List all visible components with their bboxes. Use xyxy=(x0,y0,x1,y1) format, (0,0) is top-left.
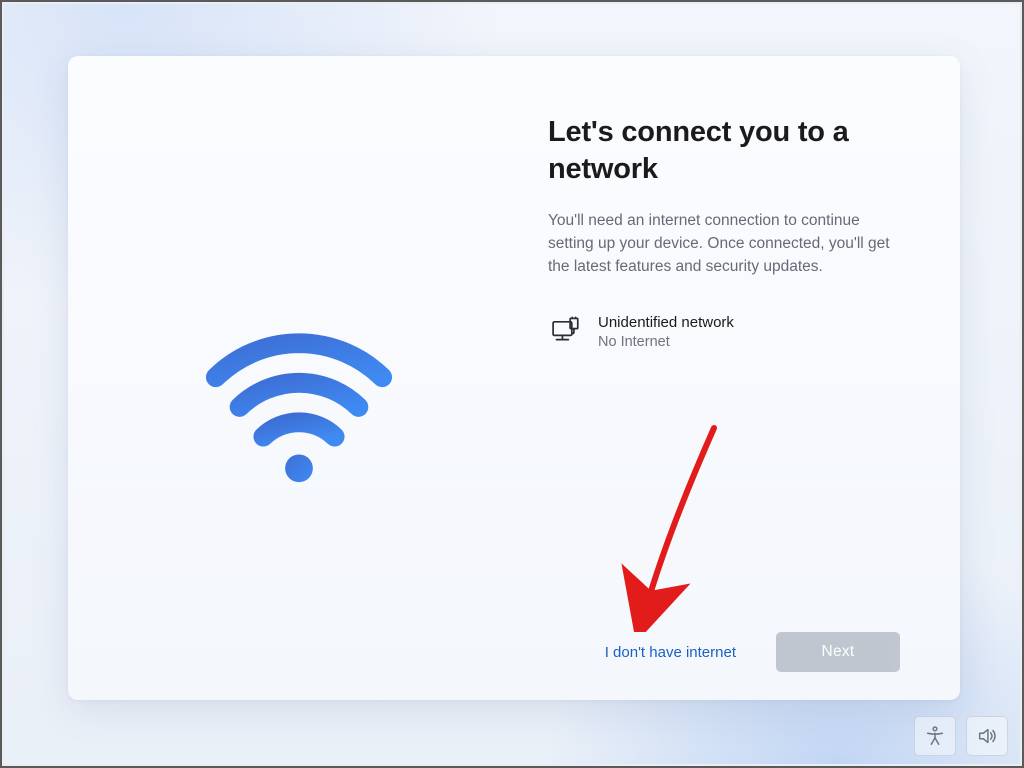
accessibility-button[interactable] xyxy=(914,716,956,756)
taskbar-tray xyxy=(914,716,1008,756)
page-heading: Let's connect you to a network xyxy=(548,114,900,188)
accessibility-icon xyxy=(924,725,946,747)
volume-button[interactable] xyxy=(966,716,1008,756)
footer-actions: I don't have internet Next xyxy=(548,632,900,672)
ethernet-icon xyxy=(548,316,582,348)
network-status: No Internet xyxy=(598,333,734,352)
setup-card: Let's connect you to a network You'll ne… xyxy=(68,56,960,700)
page-description: You'll need an internet connection to co… xyxy=(548,210,900,279)
illustration-pane xyxy=(68,56,508,700)
network-name: Unidentified network xyxy=(598,313,734,333)
content-pane: Let's connect you to a network You'll ne… xyxy=(508,56,960,700)
next-button[interactable]: Next xyxy=(776,632,900,672)
skip-internet-link[interactable]: I don't have internet xyxy=(605,644,736,661)
wifi-icon xyxy=(200,302,398,500)
volume-icon xyxy=(976,725,998,747)
network-text: Unidentified network No Internet xyxy=(598,313,734,351)
network-item[interactable]: Unidentified network No Internet xyxy=(548,311,900,353)
